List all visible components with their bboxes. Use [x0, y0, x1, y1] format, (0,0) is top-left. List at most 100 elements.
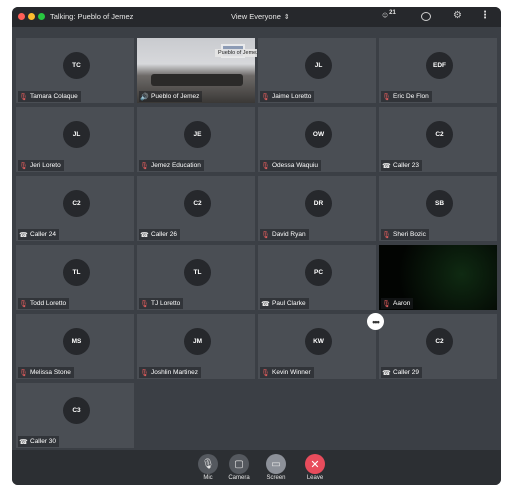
avatar: JE — [184, 121, 211, 148]
mic-button[interactable]: 🎙 — [198, 454, 218, 474]
avatar: MS — [63, 328, 90, 355]
phone-icon: ☎ — [19, 438, 28, 446]
participant-name-text: Caller 30 — [30, 438, 57, 445]
participant-name-text: Tamara Colaque — [30, 93, 78, 100]
participant-name: 🎙 Aaron — [381, 298, 414, 309]
participant-tile[interactable]: C2 ☎ Caller 23 — [378, 106, 498, 173]
participant-count: 21 — [389, 10, 396, 16]
participant-name: 🎙 Sheri Bozic — [381, 229, 429, 240]
mic-muted-icon: 🎙 — [261, 231, 270, 239]
phone-icon: ☎ — [140, 231, 149, 239]
participant-tile[interactable]: C2 ☎ Caller 26 — [136, 175, 256, 242]
participant-tile[interactable]: OW 🎙 Odessa Waquiu — [257, 106, 377, 173]
participant-name-text: Melissa Stone — [30, 369, 71, 376]
participant-tile[interactable]: PC ☎ Paul Clarke — [257, 244, 377, 311]
participant-tile[interactable]: Pueblo of Jemez 🔊 Pueblo of Jemez — [136, 37, 262, 104]
view-selector[interactable]: View Everyone ⇕ — [231, 12, 290, 21]
chat-icon[interactable] — [421, 12, 431, 21]
mic-muted-icon: 🎙 — [382, 93, 391, 101]
zoom-window-button[interactable] — [38, 13, 45, 20]
participant-name-text: TJ Loretto — [151, 300, 181, 307]
participant-name-text: Kevin Winner — [272, 369, 311, 376]
participant-tile[interactable]: KW 🎙 Kevin Winner — [257, 313, 377, 380]
phone-icon: ☎ — [261, 300, 270, 308]
gear-icon[interactable]: ⚙ — [453, 10, 462, 21]
participant-name-text: Caller 26 — [151, 231, 178, 238]
mic-label: Mic — [203, 475, 213, 481]
participant-name-text: Pueblo of Jemez — [151, 93, 200, 100]
participant-name: ☎ Caller 26 — [139, 229, 181, 240]
participant-tile[interactable]: JE 🎙 Jemez Education — [136, 106, 256, 173]
close-window-button[interactable] — [18, 13, 25, 20]
avatar: C3 — [63, 397, 90, 424]
participants-button[interactable]: ☺21 — [381, 10, 396, 20]
screen-label: Screen — [266, 475, 286, 481]
participant-tile[interactable]: JL 🎙 Jeri Loreto — [15, 106, 135, 173]
participant-tile[interactable]: C2 ☎ Caller 29 — [378, 313, 498, 380]
avatar: EDF — [426, 52, 453, 79]
participant-name: 🎙 Melissa Stone — [18, 367, 74, 378]
mic-muted-icon: 🎙 — [382, 231, 391, 239]
participant-name: 🎙 Tamara Colaque — [18, 91, 81, 102]
participant-name-text: Caller 24 — [30, 231, 57, 238]
participant-name-text: Joshlin Martinez — [151, 369, 198, 376]
participant-name: 🎙 Todd Loretto — [18, 298, 70, 309]
participant-tile[interactable]: C3 ☎ Caller 30 — [15, 382, 135, 449]
participant-name-text: Eric De Flon — [393, 93, 429, 100]
participant-tile[interactable]: JM 🎙 Joshlin Martinez — [136, 313, 256, 380]
participant-tile[interactable]: 🎙 Aaron — [378, 244, 498, 311]
title-bar: Talking: Pueblo of Jemez View Everyone ⇕ … — [12, 7, 501, 27]
leave-button[interactable]: ✕ — [305, 454, 325, 474]
avatar: KW — [305, 328, 332, 355]
more-vertical-icon[interactable]: ⋮ — [480, 10, 490, 21]
mic-muted-icon: 🎙 — [140, 162, 149, 170]
participant-name: 🎙 Odessa Waquiu — [260, 160, 322, 171]
avatar: JL — [305, 52, 332, 79]
camera-label: Camera — [228, 475, 250, 481]
mic-muted-icon: 🎙 — [261, 369, 270, 377]
participant-name: ☎ Paul Clarke — [260, 298, 309, 309]
participant-name: 🎙 Kevin Winner — [260, 367, 314, 378]
participant-tile[interactable]: MS 🎙 Melissa Stone — [15, 313, 135, 380]
mic-muted-icon: 🎙 — [261, 162, 270, 170]
participant-name: 🎙 TJ Loretto — [139, 298, 184, 309]
avatar: JL — [63, 121, 90, 148]
participant-name: 🎙 David Ryan — [260, 229, 309, 240]
camera-off-icon: ▢ — [234, 458, 244, 470]
screen-share-icon: ▭ — [271, 458, 281, 470]
people-icon: ☺ — [381, 10, 390, 20]
mic-muted-icon: 🎙 — [19, 300, 28, 308]
leave-label: Leave — [306, 475, 324, 481]
participant-tile[interactable]: TL 🎙 Todd Loretto — [15, 244, 135, 311]
participant-name-text: Jaime Loretto — [272, 93, 312, 100]
camera-button[interactable]: ▢ — [229, 454, 249, 474]
participant-name: ☎ Caller 30 — [18, 436, 60, 447]
participant-tile[interactable]: SB 🎙 Sheri Bozic — [378, 175, 498, 242]
avatar: C2 — [426, 328, 453, 355]
participant-tile[interactable]: JL 🎙 Jaime Loretto — [257, 37, 377, 104]
minimize-window-button[interactable] — [28, 13, 35, 20]
participant-tile[interactable]: EDF 🎙 Eric De Flon — [378, 37, 498, 104]
participant-name: 🎙 Joshlin Martinez — [139, 367, 201, 378]
avatar: PC — [305, 259, 332, 286]
mic-muted-icon: 🎙 — [201, 458, 215, 470]
speaker-icon: 🔊 — [140, 93, 149, 101]
participant-name: ☎ Caller 29 — [381, 367, 423, 378]
participant-name: 🎙 Eric De Flon — [381, 91, 432, 102]
phone-icon: ☎ — [382, 162, 391, 170]
participant-name: 🎙 Jaime Loretto — [260, 91, 315, 102]
participant-name: 🔊 Pueblo of Jemez — [139, 91, 203, 102]
view-selector-label: View Everyone — [231, 12, 281, 21]
screen-share-button[interactable]: ▭ — [266, 454, 286, 474]
meeting-window: Talking: Pueblo of Jemez View Everyone ⇕ … — [12, 7, 501, 485]
participant-tile[interactable]: C2 ☎ Caller 24 — [15, 175, 135, 242]
mic-muted-icon: 🎙 — [140, 369, 149, 377]
participant-name: 🎙 Jemez Education — [139, 160, 204, 171]
avatar: C2 — [63, 190, 90, 217]
participant-tile[interactable]: DR 🎙 David Ryan — [257, 175, 377, 242]
participant-tile[interactable]: TC 🎙 Tamara Colaque — [15, 37, 135, 104]
room-table — [151, 74, 243, 86]
tile-more-options-button[interactable]: ••• — [367, 313, 384, 330]
chevron-updown-icon: ⇕ — [283, 14, 290, 21]
participant-tile[interactable]: TL 🎙 TJ Loretto — [136, 244, 256, 311]
